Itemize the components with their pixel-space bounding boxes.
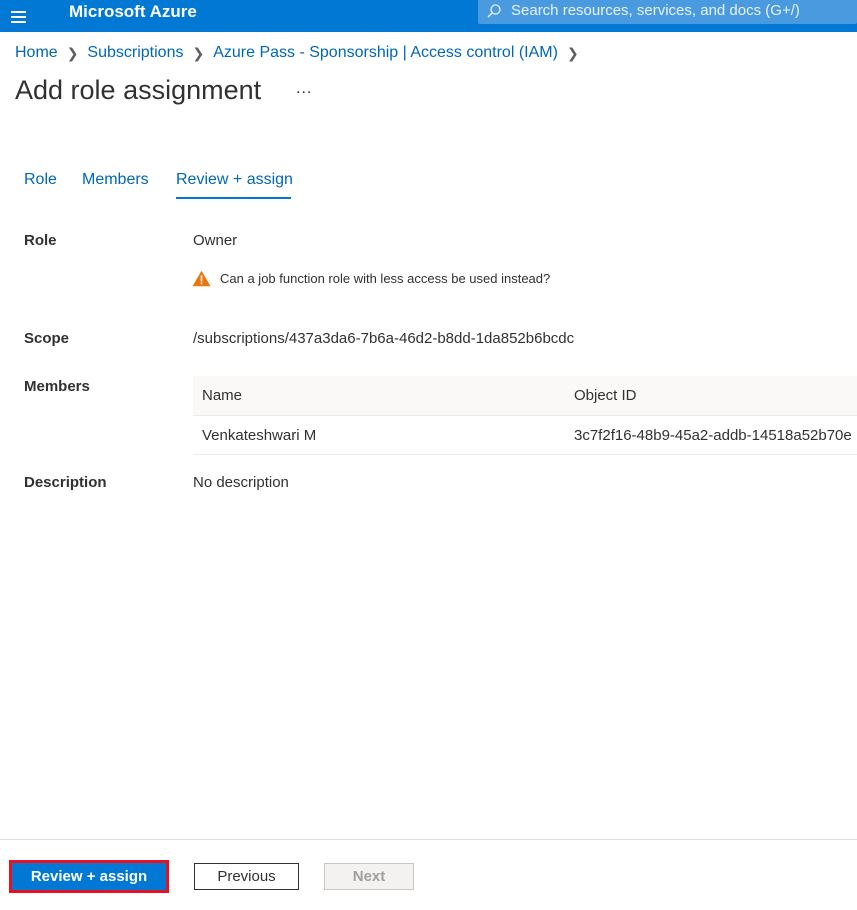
active-tab-indicator: [176, 197, 291, 199]
top-bar: Microsoft Azure Search resources, servic…: [0, 0, 857, 32]
table-row: Venkateshwari M 3c7f2f16-48b9-45a2-addb-…: [193, 416, 857, 455]
page-title: Add role assignment: [15, 75, 262, 105]
more-options-icon[interactable]: ...: [296, 80, 312, 98]
search-placeholder: Search resources, services, and docs (G+…: [511, 2, 800, 19]
breadcrumb-home[interactable]: Home: [15, 44, 58, 62]
chevron-right-icon: ❯: [566, 44, 579, 61]
member-object-id: 3c7f2f16-48b9-45a2-addb-14518a52b70e: [574, 427, 852, 444]
scope-label: Scope: [24, 330, 70, 347]
breadcrumb-iam[interactable]: Azure Pass - Sponsorship | Access contro…: [213, 44, 558, 62]
hamburger-menu-icon[interactable]: [8, 6, 30, 26]
breadcrumb: Home ❯ Subscriptions ❯ Azure Pass - Spon…: [15, 44, 588, 62]
search-icon: [487, 4, 501, 18]
tab-members[interactable]: Members: [82, 171, 149, 189]
table-header: Name Object ID: [193, 376, 857, 416]
chevron-right-icon: ❯: [192, 44, 205, 61]
previous-button[interactable]: Previous: [194, 863, 299, 890]
warning-text: Can a job function role with less access…: [220, 271, 551, 286]
role-warning: Can a job function role with less access…: [192, 270, 550, 287]
brand-title[interactable]: Microsoft Azure: [69, 2, 197, 22]
description-label: Description: [24, 474, 107, 491]
tab-role[interactable]: Role: [24, 171, 57, 189]
scope-value: /subscriptions/437a3da6-7b6a-46d2-b8dd-1…: [193, 330, 575, 347]
chevron-right-icon: ❯: [66, 44, 79, 61]
review-assign-button[interactable]: Review + assign: [9, 860, 169, 893]
role-label: Role: [24, 232, 57, 249]
role-value: Owner: [193, 232, 238, 249]
search-input[interactable]: Search resources, services, and docs (G+…: [478, 0, 857, 24]
members-table: Name Object ID Venkateshwari M 3c7f2f16-…: [193, 376, 857, 455]
member-name: Venkateshwari M: [202, 427, 317, 444]
next-button[interactable]: Next: [324, 863, 414, 890]
column-header-name: Name: [202, 387, 243, 404]
breadcrumb-subscriptions[interactable]: Subscriptions: [87, 44, 183, 62]
column-header-object-id: Object ID: [574, 387, 637, 404]
footer-divider: [0, 839, 857, 840]
tab-review-assign[interactable]: Review + assign: [176, 171, 293, 189]
members-label: Members: [24, 378, 90, 395]
warning-triangle-icon: [192, 270, 211, 287]
description-value: No description: [193, 474, 289, 491]
